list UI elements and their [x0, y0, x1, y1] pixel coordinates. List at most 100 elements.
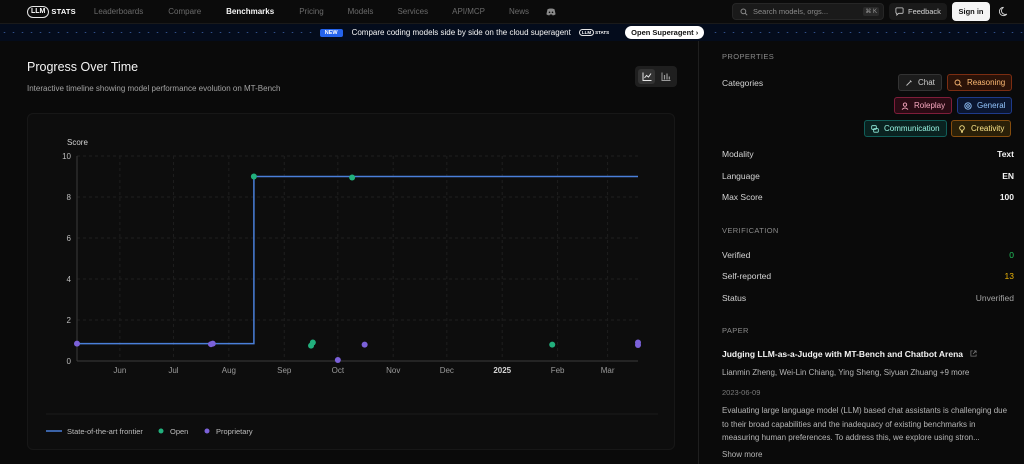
site-logo[interactable]: LLM STATS [27, 5, 76, 18]
y-axis-label: Score [67, 138, 88, 147]
legend-label: Open [170, 427, 188, 436]
nav-link-compare[interactable]: Compare [168, 7, 201, 16]
language-label: Language [722, 171, 760, 181]
x-tick-label: 2025 [493, 366, 511, 375]
nav-link-benchmarks[interactable]: Benchmarks [226, 7, 274, 16]
y-tick-label: 0 [67, 357, 72, 366]
paper-date: 2023-06-09 [722, 388, 761, 397]
paper-heading: PAPER [722, 326, 749, 335]
new-badge: NEW [319, 28, 343, 37]
status-value: Unverified [975, 293, 1014, 303]
nav-link-leaderboards[interactable]: Leaderboards [94, 7, 143, 16]
logo-text: STATS [51, 7, 76, 16]
category-chip-chat[interactable]: Chat [898, 74, 942, 91]
open-point [549, 341, 556, 348]
x-tick-label: Nov [386, 366, 400, 375]
chart-legend: State-of-the-art frontier Open Proprietary [46, 427, 253, 436]
y-tick-label: 8 [67, 193, 72, 202]
category-chip-label: Reasoning [967, 78, 1006, 87]
message-icon [895, 7, 904, 16]
paper-title: Judging LLM-as-a-Judge with MT-Bench and… [722, 349, 963, 359]
banner-logo-text: STATS [595, 30, 610, 35]
search-placeholder: Search models, orgs... [753, 7, 829, 16]
bar-chart-toggle[interactable] [657, 69, 674, 84]
modality-label: Modality [722, 149, 754, 159]
open-point [309, 339, 316, 346]
category-chip-label: Chat [918, 78, 935, 87]
nav-link-api-mcp[interactable]: API/MCP [452, 7, 485, 16]
search-shortcut: ⌘ K [863, 7, 879, 16]
x-tick-label: Jul [168, 366, 178, 375]
feedback-label: Feedback [908, 7, 941, 16]
proprietary-point [334, 356, 341, 363]
x-tick-label: Mar [601, 366, 615, 375]
feedback-button[interactable]: Feedback [889, 3, 947, 20]
banner-logo-pill: LLM [578, 29, 595, 36]
moon-icon[interactable] [999, 6, 1010, 17]
x-tick-label: Dec [440, 366, 454, 375]
line-chart-toggle[interactable] [638, 69, 655, 84]
line-chart-icon [642, 72, 651, 81]
open-point [250, 173, 257, 180]
chart-axes: 0 2 4 6 8 10 Jun Jul Aug Sep Oct Nov Dec 2025 Feb Mar [62, 152, 638, 375]
lightbulb-icon [959, 124, 965, 133]
show-more-link[interactable]: Show more [722, 450, 762, 459]
verification-heading: VERIFICATION [722, 226, 779, 235]
y-tick-label: 6 [67, 234, 72, 243]
page-title: Progress Over Time [27, 60, 139, 74]
legend-label: Proprietary [216, 427, 253, 436]
legend-dot-swatch [158, 428, 164, 434]
paper-abstract: Evaluating large language model (LLM) ba… [722, 406, 1008, 442]
nav-link-services[interactable]: Services [397, 7, 428, 16]
x-tick-label: Aug [222, 366, 236, 375]
nav-link-pricing[interactable]: Pricing [299, 7, 323, 16]
legend-dot-swatch [204, 428, 210, 434]
chart-card: Score 0 2 4 6 8 10 Jun Jul Aug Sep Oct Nov Dec 2025 Fe… [27, 113, 675, 450]
proprietary-point [361, 341, 368, 348]
category-chip-general[interactable]: General [957, 97, 1013, 114]
x-tick-label: Sep [277, 366, 292, 375]
top-navigation: LLM STATS Leaderboards Compare Benchmark… [0, 0, 1024, 24]
sign-in-button[interactable]: Sign in [952, 2, 990, 21]
open-point [349, 174, 356, 181]
chat-icon [906, 79, 912, 86]
category-chip-label: Communication [884, 124, 940, 133]
logo-pill: LLM [27, 5, 50, 18]
reasoning-icon [954, 79, 962, 87]
modality-value: Text [997, 149, 1014, 159]
category-chip-communication[interactable]: Communication [864, 120, 947, 137]
category-chip-reasoning[interactable]: Reasoning [947, 74, 1013, 91]
search-input[interactable]: Search models, orgs... ⌘ K [732, 3, 884, 20]
user-icon [901, 101, 909, 110]
banner-logo: LLM STATS [578, 29, 610, 36]
properties-heading: PROPERTIES [722, 52, 775, 61]
globe-icon [964, 101, 972, 110]
bar-chart-icon [661, 72, 670, 81]
discord-icon[interactable] [546, 8, 556, 16]
language-value: EN [1002, 171, 1014, 181]
frontier-path [77, 175, 638, 345]
verified-count: 0 [1009, 250, 1014, 260]
nav-link-news[interactable]: News [509, 7, 529, 16]
open-superagent-button[interactable]: Open Superagent › [625, 26, 705, 39]
chart-grid [77, 155, 638, 362]
category-chip-label: Roleplay [914, 101, 946, 110]
nav-link-models[interactable]: Models [348, 7, 374, 16]
data-points [74, 173, 641, 363]
proprietary-point [74, 340, 80, 347]
progress-chart: Score 0 2 4 6 8 10 Jun Jul Aug Sep Oct Nov Dec 2025 Fe… [46, 138, 658, 436]
category-chip-roleplay[interactable]: Roleplay [894, 97, 953, 114]
self-reported-label: Self-reported [722, 271, 772, 281]
category-chip-label: Creativity [971, 124, 1005, 133]
category-chip-label: General [977, 101, 1006, 110]
max-score-label: Max Score [722, 192, 763, 202]
categories-label: Categories [722, 78, 764, 88]
proprietary-point [635, 339, 641, 346]
y-tick-label: 4 [67, 275, 72, 284]
y-tick-label: 10 [62, 152, 71, 161]
category-chip-creativity[interactable]: Creativity [951, 120, 1012, 137]
status-label: Status [722, 293, 747, 303]
promo-banner: NEW Compare coding models side by side o… [0, 24, 1024, 41]
max-score-value: 100 [999, 192, 1014, 202]
paper-title-link[interactable]: Judging LLM-as-a-Judge with MT-Bench and… [722, 349, 977, 359]
